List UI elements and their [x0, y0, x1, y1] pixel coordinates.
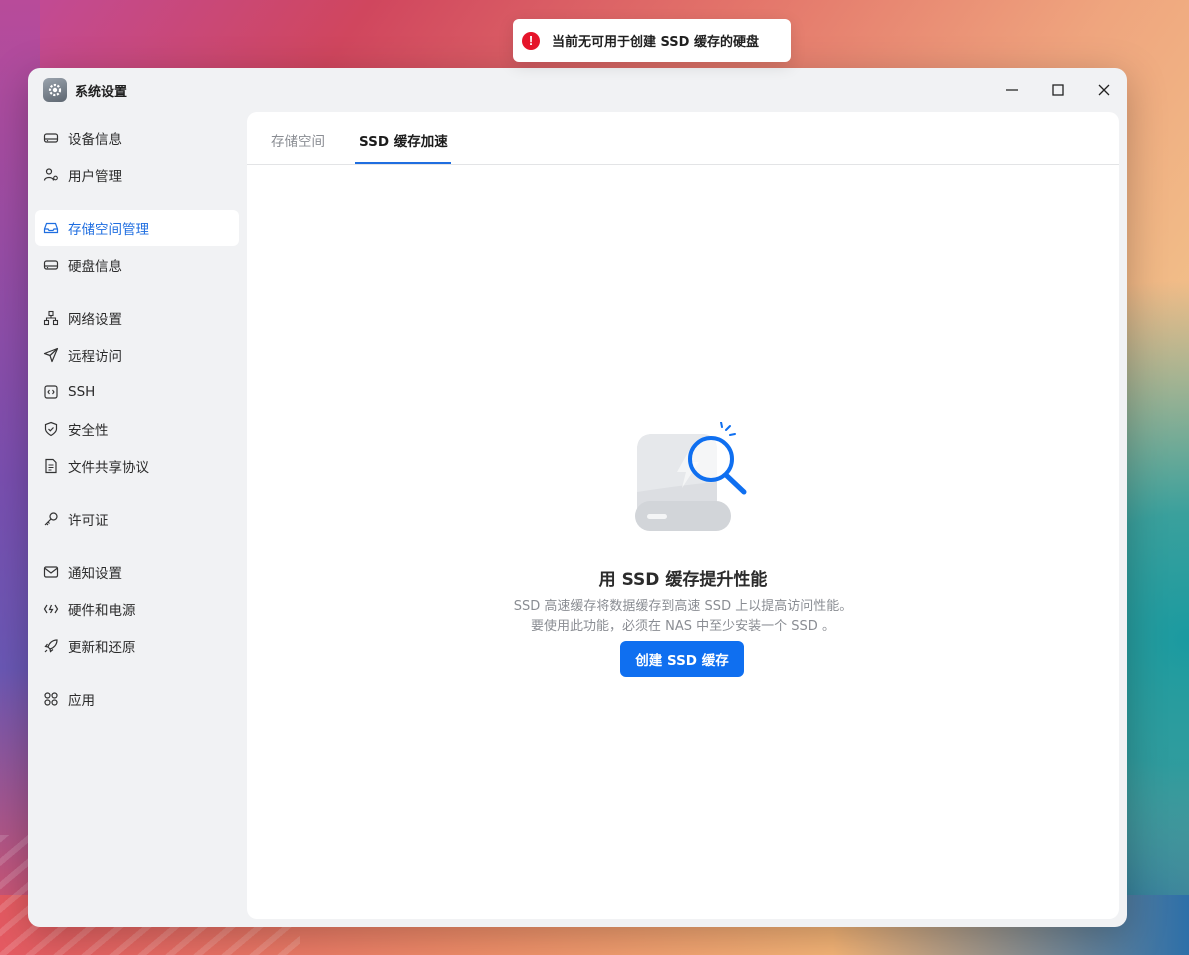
device-icon — [43, 130, 59, 146]
sidebar-item-label: 设备信息 — [68, 132, 122, 148]
document-icon — [43, 458, 59, 474]
tab-storage-space[interactable]: 存储空间 — [271, 130, 325, 150]
power-icon — [43, 601, 59, 617]
sidebar-item-label: SSH — [68, 384, 96, 400]
sidebar-item-label: 硬盘信息 — [68, 259, 122, 275]
terminal-icon — [43, 384, 59, 400]
sidebar-item-users[interactable]: 用户管理 — [35, 157, 239, 193]
empty-state-description: SSD 高速缓存将数据缓存到高速 SSD 上以提高访问性能。 要使用此功能，必须… — [247, 597, 1119, 637]
sidebar-item-license[interactable]: 许可证 — [35, 501, 239, 537]
description-line: 要使用此功能，必须在 NAS 中至少安装一个 SSD 。 — [531, 619, 835, 634]
key-icon — [43, 511, 59, 527]
description-line: SSD 高速缓存将数据缓存到高速 SSD 上以提高访问性能。 — [513, 599, 853, 614]
sidebar-item-network[interactable]: 网络设置 — [35, 300, 239, 336]
sidebar-item-label: 更新和还原 — [68, 640, 136, 656]
sidebar-item-disk-info[interactable]: 硬盘信息 — [35, 247, 239, 283]
sidebar-item-storage[interactable]: 存储空间管理 — [35, 210, 239, 246]
create-ssd-cache-button[interactable]: 创建 SSD 缓存 — [620, 641, 744, 677]
sidebar-item-label: 用户管理 — [68, 169, 122, 185]
users-icon — [43, 167, 59, 183]
storage-icon — [43, 220, 59, 236]
ssd-search-illustration — [635, 422, 747, 531]
sidebar-item-ssh[interactable]: SSH — [35, 374, 239, 410]
apps-icon — [43, 691, 59, 707]
error-icon: ! — [522, 31, 540, 50]
send-icon — [43, 347, 59, 363]
sidebar-item-remote-access[interactable]: 远程访问 — [35, 337, 239, 373]
tab-ssd-cache[interactable]: SSD 缓存加速 — [359, 130, 448, 150]
settings-window: 系统设置 设备信息 用户管理 存储空间管理 硬盘信息 网络设置 远程访问 SSH… — [28, 68, 1127, 927]
sidebar-item-file-sharing[interactable]: 文件共享协议 — [35, 448, 239, 484]
minimize-icon — [1006, 89, 1018, 91]
error-toast: ! 当前无可用于创建 SSD 缓存的硬盘 — [513, 19, 791, 62]
sidebar-item-label: 应用 — [68, 693, 95, 709]
sidebar-item-apps[interactable]: 应用 — [35, 681, 239, 717]
sidebar-item-label: 文件共享协议 — [68, 460, 149, 476]
window-title: 系统设置 — [75, 85, 128, 100]
sidebar-item-label: 硬件和电源 — [68, 603, 136, 619]
sidebar-item-hardware-power[interactable]: 硬件和电源 — [35, 591, 239, 627]
tab-bar: 存储空间 SSD 缓存加速 — [247, 112, 1119, 165]
mail-icon — [43, 564, 59, 580]
sidebar-item-label: 许可证 — [68, 513, 109, 529]
sidebar-item-label: 存储空间管理 — [68, 222, 149, 238]
active-tab-indicator — [355, 162, 451, 164]
toast-message: 当前无可用于创建 SSD 缓存的硬盘 — [552, 35, 759, 50]
sidebar-item-label: 通知设置 — [68, 566, 122, 582]
empty-state-title: 用 SSD 缓存提升性能 — [598, 570, 768, 590]
sidebar-item-device-info[interactable]: 设备信息 — [35, 120, 239, 156]
close-button[interactable] — [1094, 80, 1114, 100]
disk-icon — [43, 257, 59, 273]
sidebar-item-label: 安全性 — [68, 423, 109, 439]
maximize-icon — [1052, 84, 1064, 96]
settings-gear-icon — [43, 78, 67, 102]
network-icon — [43, 310, 59, 326]
close-icon — [1098, 84, 1110, 96]
minimize-button[interactable] — [1002, 80, 1022, 100]
content-panel: 存储空间 SSD 缓存加速 用 SSD 缓存提升性能 SSD 高速缓存将数据缓存… — [247, 112, 1119, 919]
shield-icon — [43, 421, 59, 437]
sidebar-item-label: 网络设置 — [68, 312, 122, 328]
sidebar-item-notifications[interactable]: 通知设置 — [35, 554, 239, 590]
rocket-icon — [43, 638, 59, 654]
title-bar: 系统设置 — [28, 68, 1127, 112]
sidebar-item-update-restore[interactable]: 更新和还原 — [35, 628, 239, 664]
sidebar-item-label: 远程访问 — [68, 349, 122, 365]
maximize-button[interactable] — [1048, 80, 1068, 100]
sidebar-item-security[interactable]: 安全性 — [35, 411, 239, 447]
